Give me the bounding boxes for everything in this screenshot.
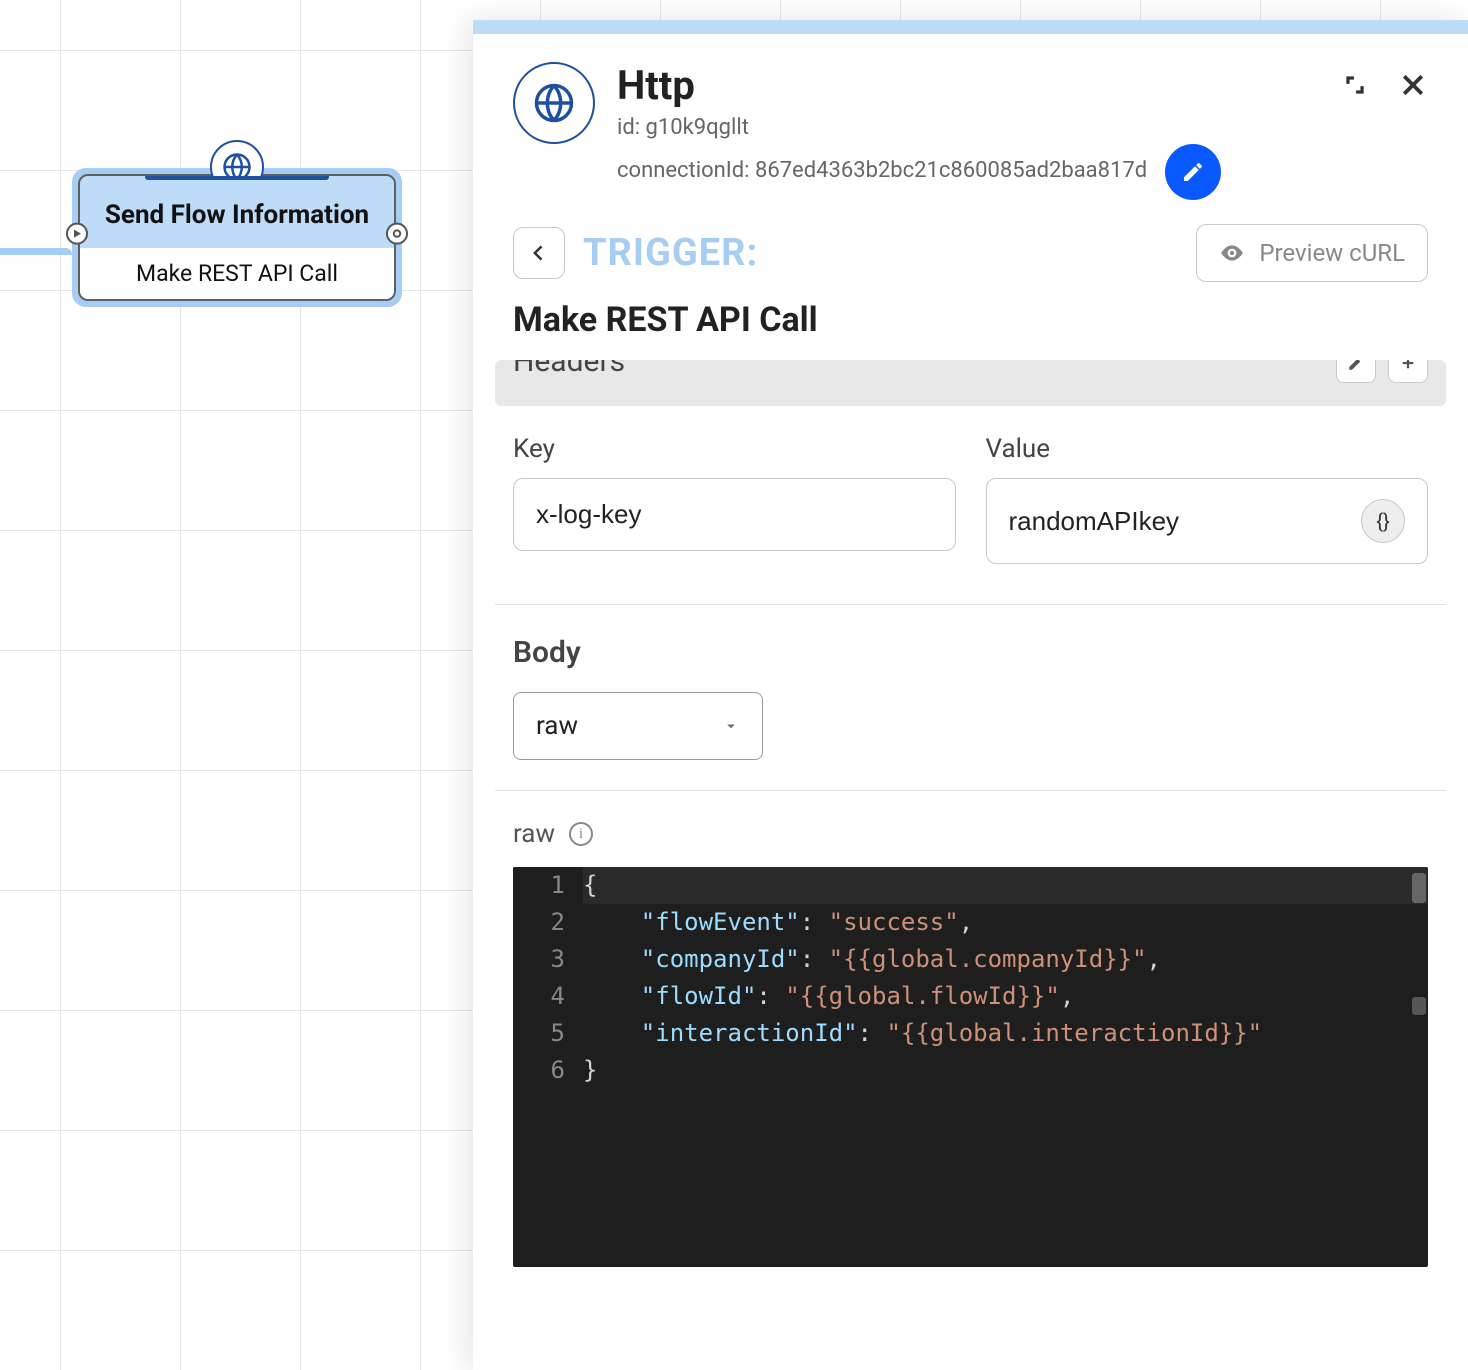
body-type-value: raw xyxy=(536,711,578,741)
value-label: Value xyxy=(986,434,1429,464)
code-line[interactable]: 5 "interactionId": "{{global.interaction… xyxy=(513,1015,1428,1052)
node-subtitle: Make REST API Call xyxy=(80,248,394,299)
trigger-label: TRIGGER: xyxy=(583,231,758,275)
panel-title: Http xyxy=(617,62,1221,109)
code-line[interactable]: 1{ xyxy=(513,867,1428,904)
flow-node[interactable]: Send Flow Information Make REST API Call xyxy=(72,168,402,307)
panel-accent-bar xyxy=(473,20,1468,34)
code-line[interactable]: 4 "flowId": "{{global.flowId}}", xyxy=(513,978,1428,1015)
expand-icon[interactable] xyxy=(1342,72,1368,102)
globe-icon xyxy=(513,62,595,144)
header-key-input[interactable] xyxy=(536,499,933,530)
panel-body[interactable]: Headers Key Value {} xyxy=(473,360,1468,1370)
preview-curl-button[interactable]: Preview cURL xyxy=(1196,224,1428,282)
output-port[interactable] xyxy=(386,222,408,244)
chevron-down-icon xyxy=(722,717,740,735)
raw-label: raw xyxy=(513,819,555,849)
panel-connection-id: connectionId: 867ed4363b2bc21c860085ad2b… xyxy=(617,158,1147,183)
input-port[interactable] xyxy=(66,222,88,244)
key-input-wrapper xyxy=(513,478,956,551)
code-line[interactable]: 2 "flowEvent": "success", xyxy=(513,904,1428,941)
body-type-select[interactable]: raw xyxy=(513,692,763,760)
add-header-button[interactable] xyxy=(1388,360,1428,383)
panel-id: id: g10k9qgllt xyxy=(617,115,1221,140)
code-line[interactable]: 6} xyxy=(513,1052,1428,1089)
headers-label: Headers xyxy=(513,360,625,379)
code-line[interactable]: 3 "companyId": "{{global.companyId}}", xyxy=(513,941,1428,978)
action-title: Make REST API Call xyxy=(473,292,1468,360)
body-label: Body xyxy=(513,635,1428,670)
back-button[interactable] xyxy=(513,227,565,279)
edit-headers-button[interactable] xyxy=(1336,360,1376,383)
editor-scrollbar[interactable] xyxy=(1412,873,1426,903)
close-icon[interactable] xyxy=(1398,70,1428,104)
edit-button[interactable] xyxy=(1165,144,1221,200)
headers-section-header[interactable]: Headers xyxy=(495,360,1446,406)
key-label: Key xyxy=(513,434,956,464)
header-value-input[interactable] xyxy=(1009,506,1350,537)
editor-minimap-thumb[interactable] xyxy=(1412,997,1426,1015)
node-title: Send Flow Information xyxy=(80,176,394,248)
value-input-wrapper: {} xyxy=(986,478,1429,564)
raw-code-editor[interactable]: 1{2 "flowEvent": "success",3 "companyId"… xyxy=(513,867,1428,1267)
info-icon[interactable]: i xyxy=(569,822,593,846)
preview-curl-label: Preview cURL xyxy=(1259,239,1405,267)
flow-wire xyxy=(0,248,72,260)
header-kv-row: Key Value {} xyxy=(495,406,1446,605)
expression-button[interactable]: {} xyxy=(1361,499,1405,543)
detail-panel: Http id: g10k9qgllt connectionId: 867ed4… xyxy=(473,20,1468,1370)
